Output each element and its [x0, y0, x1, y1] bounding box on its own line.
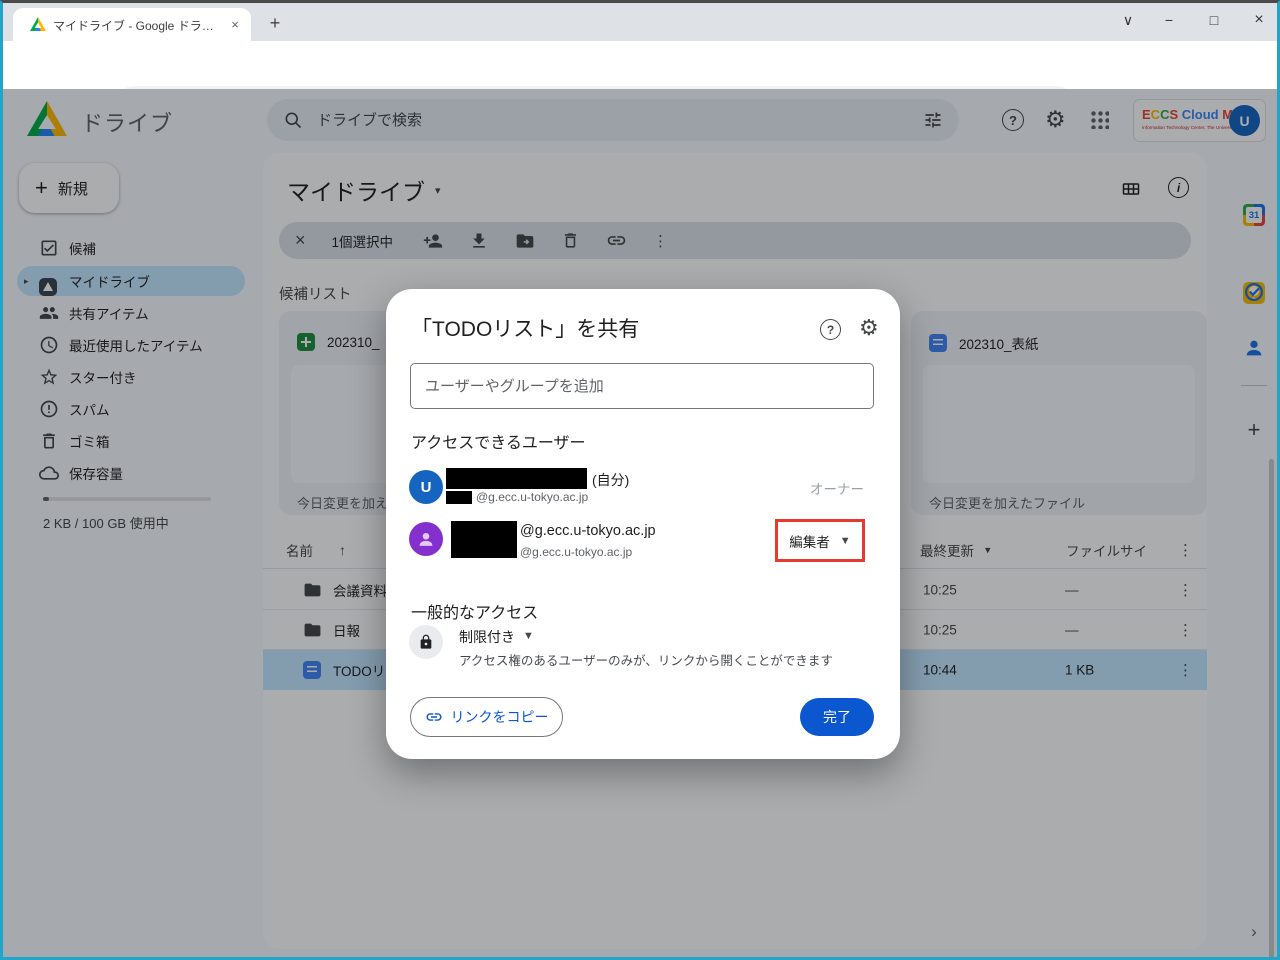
role-dropdown-caret-icon[interactable]: ▼: [840, 535, 851, 547]
general-access-description: アクセス権のあるユーザーのみが、リンクから開くことができます: [459, 650, 833, 669]
general-access-dropdown[interactable]: 制限付き: [459, 627, 515, 647]
dialog-title: 「TODOリスト」を共有: [411, 313, 639, 343]
owner-role-label: オーナー: [810, 478, 864, 498]
people-with-access-heading: アクセスできるユーザー: [411, 429, 586, 453]
tab-search-chevron-icon[interactable]: ∨: [1113, 7, 1143, 33]
user-email-suffix: @g.ecc.u-tokyo.ac.jp: [476, 490, 588, 504]
browser-tab[interactable]: マイドライブ - Google ドライブ ×: [13, 8, 251, 41]
copy-link-button[interactable]: リンクをコピー: [410, 697, 563, 737]
restricted-lock-icon: [409, 625, 443, 659]
role-annotation-box: 編集者 ▼: [775, 519, 865, 562]
tab-title: マイドライブ - Google ドライブ: [53, 17, 219, 34]
general-access-caret-icon[interactable]: ▼: [523, 630, 534, 642]
browser-window: マイドライブ - Google ドライブ × + ∨ − □ × ← → ↻ d…: [0, 0, 1280, 960]
dialog-settings-gear-icon[interactable]: ⚙: [859, 315, 879, 341]
user-avatar: [409, 522, 443, 556]
link-icon: [425, 708, 443, 726]
copy-link-label: リンクをコピー: [451, 707, 549, 727]
new-tab-button[interactable]: +: [263, 11, 287, 35]
redacted-user-email: [446, 491, 472, 504]
user-email-suffix: @g.ecc.u-tokyo.ac.jp: [520, 545, 632, 559]
drive-favicon-icon: [30, 17, 46, 31]
window-close-button[interactable]: ×: [1244, 7, 1274, 33]
dialog-help-icon[interactable]: ?: [820, 319, 841, 340]
done-button[interactable]: 完了: [800, 698, 874, 736]
tab-bar: マイドライブ - Google ドライブ × + ∨ − □ ×: [3, 3, 1277, 41]
address-bar: ← → ↻ drive.google.com/drive/my-drive ☆ …: [3, 41, 1277, 89]
user-name-suffix: @g.ecc.u-tokyo.ac.jp: [520, 523, 656, 539]
share-dialog: 「TODOリスト」を共有 ? ⚙ アクセスできるユーザー U (自分) @g.e…: [386, 289, 900, 759]
general-access-heading: 一般的なアクセス: [411, 599, 538, 623]
role-dropdown[interactable]: 編集者: [789, 531, 830, 551]
redacted-user-name: [451, 521, 517, 558]
user-self-suffix: (自分): [592, 470, 629, 490]
redacted-user-name: [446, 468, 587, 489]
window-maximize-button[interactable]: □: [1199, 7, 1229, 33]
add-people-input[interactable]: [410, 363, 874, 409]
tab-close-icon[interactable]: ×: [227, 16, 243, 32]
window-minimize-button[interactable]: −: [1154, 7, 1184, 33]
user-avatar: U: [409, 470, 443, 504]
